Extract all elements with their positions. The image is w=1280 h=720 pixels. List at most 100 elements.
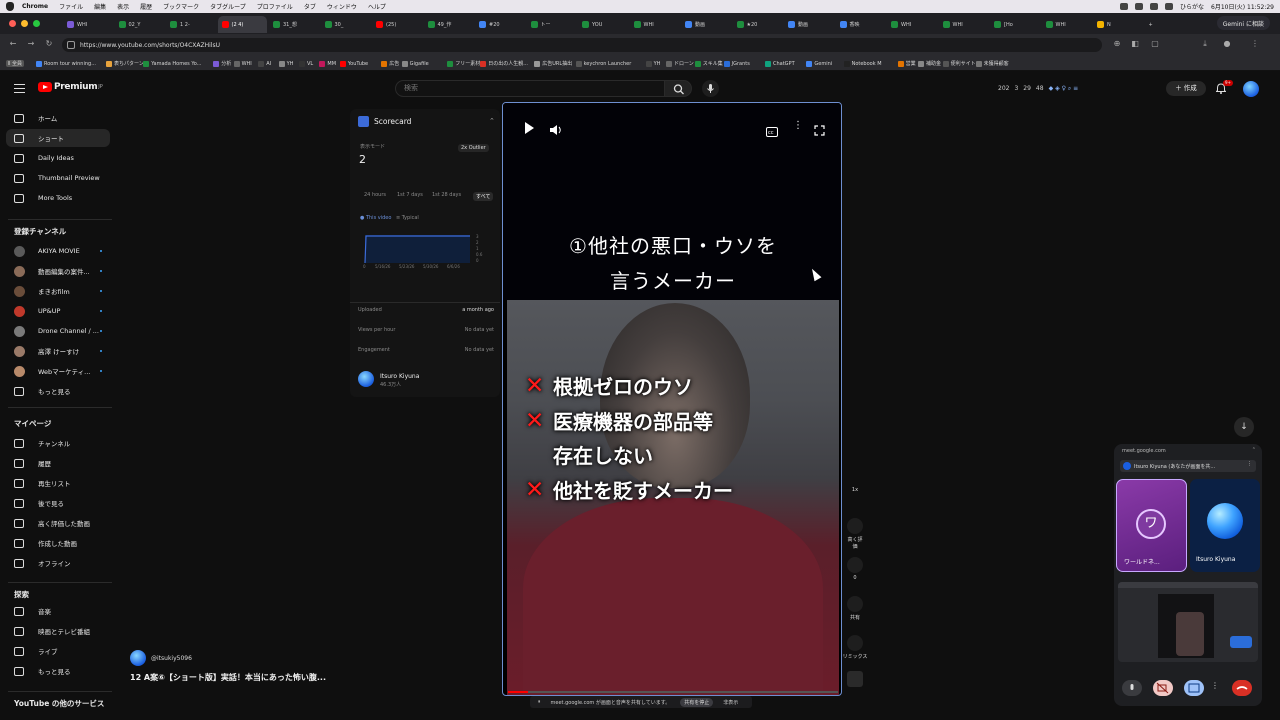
browser-tab[interactable]: 31_想 [269, 16, 319, 33]
pip-close-icon[interactable]: ⌃ [1252, 447, 1256, 453]
browser-tab[interactable]: 49_作 [424, 16, 474, 33]
sidebar-item[interactable]: 音楽 [6, 602, 110, 620]
browser-tab[interactable]: 30_ [321, 16, 371, 33]
sidebar-item[interactable]: 動画編集の案件... [6, 262, 110, 280]
bookmark-item[interactable]: 広告 [381, 59, 399, 68]
sidebar-item[interactable]: 高く評価した動画 [6, 514, 110, 532]
bookmark-item[interactable]: 分析 [213, 59, 231, 68]
browser-tab[interactable]: WHI [1042, 16, 1092, 33]
bookmark-item[interactable]: JGrants [723, 59, 750, 68]
sidebar-item[interactable]: AKIYA MOVIE [6, 242, 110, 260]
extension-stats[interactable]: 202 3 29 48 ◆ ◈ ♀ ⌕ ≡ [998, 85, 1078, 93]
sidebar-item[interactable]: Webマーケティ... [6, 362, 110, 380]
bookmark-item[interactable]: AI [258, 59, 271, 68]
search-button[interactable] [664, 80, 692, 97]
browser-tab[interactable]: ★20 [733, 16, 783, 33]
chrome-menu-icon[interactable]: ⋮ [1250, 39, 1260, 49]
present-button[interactable] [1184, 680, 1204, 696]
fullscreen-button[interactable] [814, 121, 825, 140]
gemini-button[interactable]: Gemini に相談 [1216, 16, 1270, 30]
channel-avatar[interactable] [130, 650, 146, 666]
bookmark-item[interactable]: Ⅱ 全員 [6, 59, 25, 68]
menu-app-name[interactable]: Chrome [22, 3, 48, 10]
sidebar-section-heading[interactable]: 登録チャンネル [14, 226, 66, 237]
sidebar-item[interactable]: Daily Ideas [6, 149, 110, 167]
extensions-icon[interactable]: ◧ [1130, 39, 1140, 49]
bookmark-item[interactable]: 補助金 [918, 59, 941, 68]
browser-tab[interactable]: WHI [939, 16, 989, 33]
sidebar-item[interactable]: もっと見る [6, 382, 110, 400]
meet-share-bar[interactable]: Itsuro Kiyuna (あなたが画面を共... ⋮ [1120, 460, 1256, 472]
menu-window[interactable]: ウィンドウ [327, 2, 357, 11]
bookmark-item[interactable]: フリー素材 [447, 59, 480, 68]
bookmark-item[interactable]: YouTube [339, 59, 368, 68]
channel-handle[interactable]: @itsukiy5096 [151, 655, 192, 662]
bookmark-item[interactable]: 日の出の人生観... [480, 59, 528, 68]
input-method[interactable]: ひらがな [1180, 2, 1204, 11]
browser-tab[interactable]: (2 4) [217, 16, 267, 33]
extension-icons[interactable]: ◆ ◈ ♀ ⌕ ≡ [1049, 85, 1079, 93]
browser-tab[interactable]: 動画 [681, 16, 731, 33]
browser-tab[interactable]: 香映 [836, 16, 886, 33]
browser-tab[interactable]: WHI [63, 16, 113, 33]
like-button[interactable]: 高く評価 [846, 518, 864, 550]
menubar-clock[interactable]: 6月10日(火) 11:52:29 [1211, 2, 1274, 11]
sidebar-item[interactable]: 再生リスト [6, 474, 110, 492]
collapse-icon[interactable]: ⌃ [489, 117, 495, 125]
status-icon[interactable] [1134, 3, 1143, 10]
sidebar-item[interactable]: UP&UP [6, 302, 110, 320]
bookmark-item[interactable]: WHI [233, 59, 252, 68]
bookmark-item[interactable]: Notebook M [843, 59, 882, 68]
bookmark-item[interactable]: 便利サイト [942, 59, 976, 68]
video-progress-bar[interactable] [508, 691, 838, 693]
screen-share-preview[interactable] [1118, 582, 1258, 662]
sidebar-item[interactable]: 映画とテレビ番組 [6, 622, 110, 640]
hide-button[interactable]: 非表示 [723, 699, 738, 706]
back-button[interactable]: ← [8, 39, 18, 49]
apple-icon[interactable] [6, 2, 14, 11]
more-options-icon[interactable]: ⋮ [1247, 461, 1252, 467]
search-input[interactable]: 検索 [395, 80, 665, 97]
close-window-button[interactable] [9, 20, 16, 27]
sidebar-item[interactable]: ホーム [6, 109, 110, 127]
play-button[interactable] [523, 120, 535, 139]
downloads-icon[interactable]: ⤓ [1200, 39, 1210, 49]
sidebar-item[interactable]: ショート [6, 129, 110, 147]
bookmark-item[interactable]: ドローン [666, 59, 694, 68]
sidebar-item[interactable]: Drone Channel / ... [6, 322, 110, 340]
site-info-icon[interactable] [67, 41, 75, 49]
sidebar-item[interactable]: オフライン [6, 554, 110, 572]
sidebar-item[interactable]: チャンネル [6, 434, 110, 452]
bookmark-item[interactable]: keychron Launcher [575, 59, 631, 68]
menu-profiles[interactable]: プロファイル [257, 2, 293, 11]
sidebar-item[interactable]: 作成した動画 [6, 534, 110, 552]
menu-bookmarks[interactable]: ブックマーク [163, 2, 199, 11]
bookmark-item[interactable]: 表ちパターン [106, 59, 144, 68]
next-video-button[interactable]: ↓ [1234, 417, 1254, 437]
menu-edit[interactable]: 編集 [94, 2, 106, 11]
wifi-icon[interactable] [1149, 3, 1158, 10]
new-tab-button[interactable]: + [1145, 16, 1157, 33]
bookmark-item[interactable]: スキル集 [694, 59, 723, 68]
speed-indicator[interactable]: 1x [846, 487, 864, 493]
bookmark-item[interactable]: 広告URL抽出 [534, 59, 572, 68]
profile-icon[interactable]: ● [1222, 39, 1232, 49]
stop-sharing-button[interactable]: 共有を停止 [680, 697, 714, 707]
menu-tab-groups[interactable]: タブグループ [210, 2, 246, 11]
sidebar-item[interactable]: 高澤 けーすけ [6, 342, 110, 360]
video-title[interactable]: 12 A案⑥【ショート版】実話！本当にあった怖い腹... [130, 672, 326, 683]
browser-tab[interactable]: WHI [887, 16, 937, 33]
camera-off-button[interactable] [1153, 680, 1173, 696]
more-options-icon[interactable]: ⋮ [1211, 681, 1219, 690]
menu-history[interactable]: 履歴 [140, 2, 152, 11]
bookmark-item[interactable]: MM [319, 59, 336, 68]
volume-button[interactable] [549, 121, 563, 140]
remix-button[interactable]: リミックス [842, 635, 868, 660]
shorts-video-player[interactable]: cc ⋮ ①他社の悪口・ウソを 言うメーカー ✕ 根拠ゼロのウソ ✕ 医療機器の部品… [502, 102, 842, 696]
share-button[interactable]: 共有 [846, 596, 864, 621]
range-tab-all[interactable]: すべて [473, 192, 494, 201]
bookmark-item[interactable]: YH [278, 59, 293, 68]
sidebar-item[interactable]: 後で見る [6, 494, 110, 512]
browser-tab[interactable]: [Ho [990, 16, 1040, 33]
create-button[interactable]: ＋ 作成 [1166, 81, 1206, 96]
